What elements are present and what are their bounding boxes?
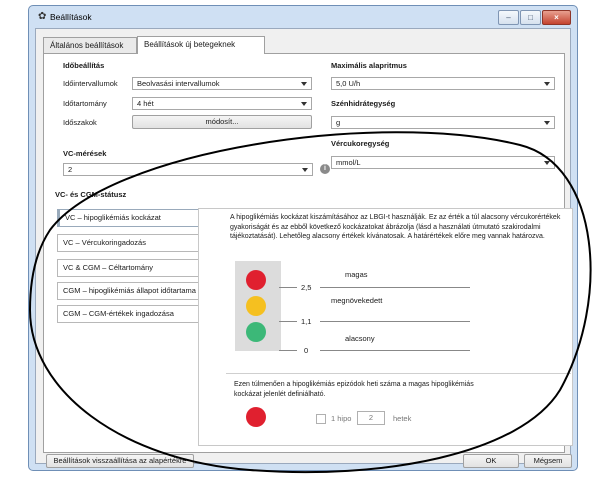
periods-modify-button[interactable]: módosít... <box>132 115 312 129</box>
vc-measurements-select[interactable]: 2 <box>63 163 313 176</box>
threshold-mid: 1,1 <box>301 317 312 326</box>
window-title: Beállítások <box>50 12 92 22</box>
ok-button[interactable]: OK <box>463 454 519 468</box>
time-range-label: Időtartomány <box>63 99 107 108</box>
chevron-down-icon <box>544 82 550 86</box>
chevron-down-icon <box>302 168 308 172</box>
gear-icon: ✿ <box>38 11 47 22</box>
traffic-light <box>235 261 281 351</box>
level-increased-label: megnövekedett <box>331 296 383 305</box>
tab-new-patient-settings[interactable]: Beállítások új betegeknek <box>137 36 265 54</box>
max-basal-select[interactable]: 5,0 U/h <box>331 77 555 90</box>
carb-unit-select[interactable]: g <box>331 116 555 129</box>
time-intervals-select[interactable]: Beolvasási intervallumok <box>132 77 312 90</box>
status-heading: VC- és CGM-státusz <box>55 190 127 199</box>
chevron-down-icon <box>301 102 307 106</box>
time-range-select[interactable]: 4 hét <box>132 97 312 110</box>
reset-defaults-button[interactable]: Beállítások visszaállítása az alapértékr… <box>46 454 194 468</box>
vc-measurements-value: 2 <box>68 165 73 174</box>
tab-general-settings[interactable]: Általános beállítások <box>43 37 137 53</box>
carb-unit-heading: Szénhidrátegység <box>331 99 396 108</box>
carb-unit-value: g <box>336 118 341 127</box>
time-intervals-label: Időintervallumok <box>63 79 118 88</box>
level-low-dot <box>246 322 266 342</box>
time-periods-label: Időszakok <box>63 118 97 127</box>
title-bar: ✿ Beállítások – □ × <box>29 6 577 28</box>
chevron-down-icon <box>301 82 307 86</box>
bg-unit-heading: Vércukoregység <box>331 139 390 148</box>
level-high-label: magas <box>345 270 368 279</box>
threshold-high: 2,5 <box>301 283 312 292</box>
time-intervals-value: Beolvasási intervallumok <box>137 79 220 88</box>
hypo-suffix-label: hetek <box>393 414 412 423</box>
bg-unit-value: mmol/L <box>336 158 361 167</box>
info-icon[interactable]: i <box>320 164 330 174</box>
threshold-line <box>320 350 470 351</box>
maximize-button[interactable]: □ <box>520 10 541 25</box>
threshold-line <box>320 287 470 288</box>
bg-unit-select[interactable]: mmol/L <box>331 156 555 169</box>
threshold-tick <box>279 287 297 288</box>
hypo-checkbox[interactable] <box>316 414 326 424</box>
threshold-line <box>320 321 470 322</box>
level-increased-dot <box>246 296 266 316</box>
threshold-tick <box>279 350 297 351</box>
divider <box>226 373 571 374</box>
level-high-dot <box>246 270 266 290</box>
chevron-down-icon <box>544 161 550 165</box>
detail-description: A hipoglikémiás kockázat kiszámításához … <box>230 214 561 240</box>
cancel-button[interactable]: Mégsem <box>524 454 572 468</box>
time-range-value: 4 hét <box>137 99 154 108</box>
hypo-prefix-label: 1 hipo <box>331 414 352 423</box>
max-basal-value: 5,0 U/h <box>336 79 361 88</box>
level-low-label: alacsony <box>345 334 375 343</box>
hypo-risk-dot <box>246 407 266 427</box>
max-basal-heading: Maximális alapritmus <box>331 61 407 70</box>
close-button[interactable]: × <box>542 10 571 25</box>
vc-measurements-heading: VC-mérések <box>63 149 107 158</box>
hypo-count-input[interactable]: 2 <box>357 411 385 425</box>
threshold-tick <box>279 321 297 322</box>
hypo-note: Ezen túlmenően a hipoglikémiás epizódok … <box>234 381 474 398</box>
minimize-button[interactable]: – <box>498 10 519 25</box>
chevron-down-icon <box>544 121 550 125</box>
threshold-low: 0 <box>304 346 309 355</box>
time-settings-heading: Időbeállítás <box>63 61 105 70</box>
